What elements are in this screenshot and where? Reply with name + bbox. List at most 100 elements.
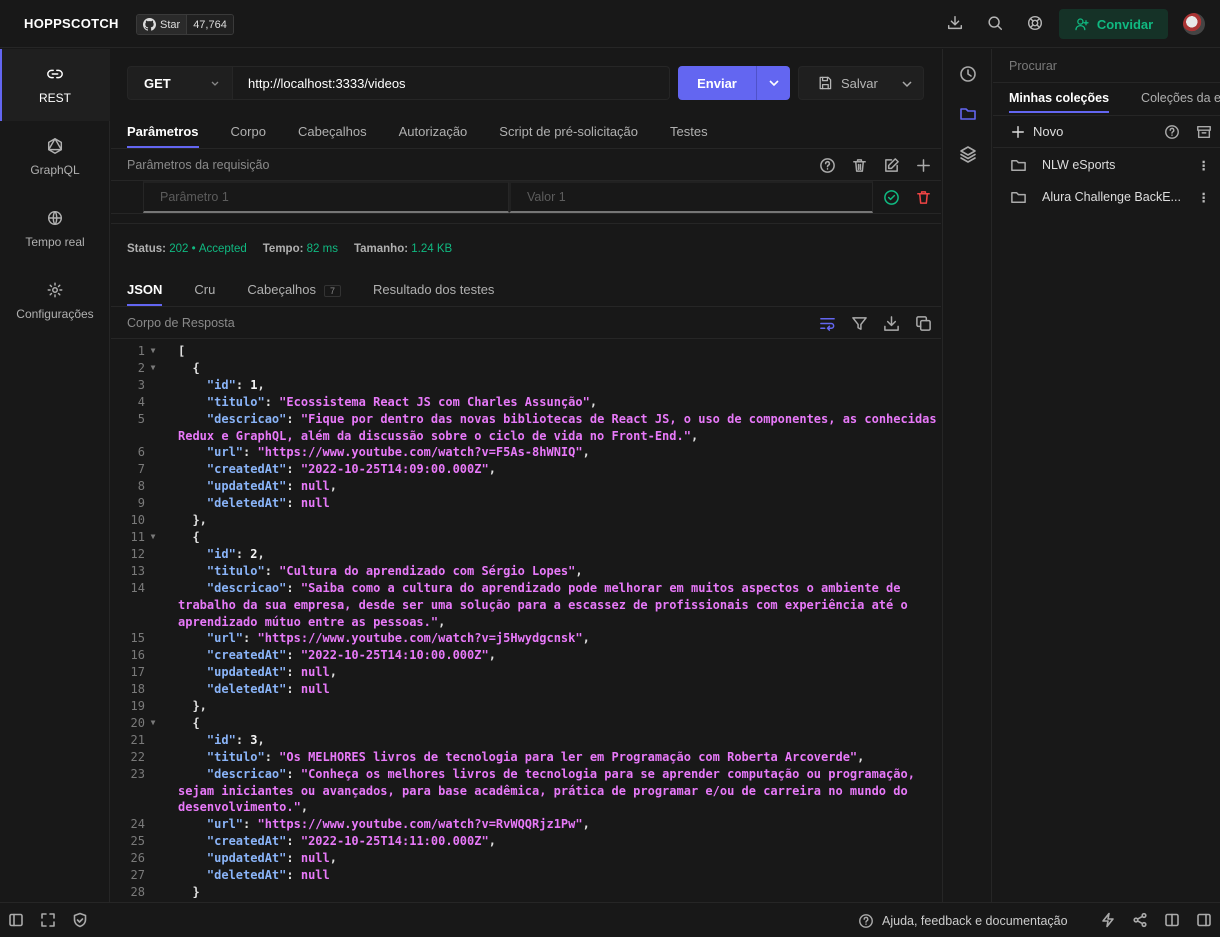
sidebar-item-settings[interactable]: Configurações <box>0 265 110 337</box>
collections-search-input[interactable] <box>993 49 1220 83</box>
send-button[interactable]: Enviar <box>678 66 790 100</box>
folder-icon <box>1011 159 1026 171</box>
github-star-badge[interactable]: Star 47,764 <box>136 14 234 35</box>
chevron-down-icon[interactable] <box>901 78 913 90</box>
footer: Ajuda, feedback e documentação <box>0 902 1220 937</box>
time-label: Tempo: <box>262 243 304 255</box>
wrap-lines-icon[interactable] <box>819 315 836 332</box>
line-content: [ <box>178 344 186 358</box>
code-line: 18 "deletedAt": null <box>111 681 941 698</box>
param-key-input[interactable] <box>143 181 509 213</box>
folder-icon[interactable] <box>959 105 977 123</box>
line-number: 9 <box>137 496 145 511</box>
help-icon[interactable] <box>819 157 836 174</box>
line-number: 7 <box>137 462 145 477</box>
panel-splitter[interactable] <box>111 223 941 227</box>
collection-item[interactable]: NLW eSports ⋮ <box>993 149 1220 181</box>
more-options-icon[interactable]: ⋮ <box>1198 190 1211 205</box>
sidebar-toggle-icon[interactable] <box>8 912 24 928</box>
line-number: 21 <box>130 732 145 747</box>
fold-toggle-icon[interactable]: ▼ <box>145 715 161 732</box>
fold-gutter <box>145 563 161 580</box>
new-collection-row: Novo <box>993 115 1220 148</box>
sidebar-item-rest[interactable]: REST <box>0 49 110 121</box>
share-icon[interactable] <box>1132 912 1148 928</box>
fold-gutter <box>145 884 161 901</box>
tab-my-collections[interactable]: Minhas coleções <box>1009 91 1110 113</box>
json-viewer[interactable]: 1 ▼[2 ▼ {3 "id": 1, 4 "titulo": "Ecossistem… <box>111 343 941 902</box>
fullscreen-icon[interactable] <box>40 912 56 928</box>
support-icon[interactable] <box>1026 14 1046 34</box>
layers-icon[interactable] <box>959 145 977 163</box>
tab-raw[interactable]: Cru <box>194 282 215 306</box>
line-number: 17 <box>130 665 145 680</box>
trash-icon[interactable] <box>851 157 868 174</box>
right-sidebar-toggle-icon[interactable] <box>1196 912 1212 928</box>
download-response-icon[interactable] <box>883 315 900 332</box>
tab-authorization[interactable]: Autorização <box>399 124 468 148</box>
fold-toggle-icon[interactable]: ▼ <box>145 529 161 546</box>
param-value-input[interactable] <box>509 181 873 213</box>
tab-body[interactable]: Corpo <box>231 124 266 148</box>
check-circle-icon[interactable] <box>883 189 900 206</box>
tab-json[interactable]: JSON <box>127 282 163 306</box>
more-options-icon[interactable]: ⋮ <box>1198 158 1211 173</box>
tab-tests[interactable]: Testes <box>670 124 708 148</box>
method-select[interactable]: GET <box>127 66 233 100</box>
split-layout-icon[interactable] <box>1164 912 1180 928</box>
add-icon[interactable] <box>915 157 932 174</box>
line-content: "titulo": "Ecossistema React JS com Char… <box>206 394 598 409</box>
size-label: Tamanho: <box>353 243 409 255</box>
fold-gutter <box>145 681 161 698</box>
bulk-edit-icon[interactable] <box>883 157 900 174</box>
archive-icon[interactable] <box>1196 124 1212 140</box>
lightning-icon[interactable] <box>1100 912 1116 928</box>
history-icon[interactable] <box>959 65 977 83</box>
headers-count-badge: 7 <box>324 285 342 297</box>
fold-toggle-icon[interactable]: ▼ <box>145 343 161 360</box>
code-line: 20 ▼ { <box>111 715 941 732</box>
status-separator: • <box>191 243 196 255</box>
invite-button[interactable]: Convidar <box>1059 9 1168 39</box>
tab-test-results[interactable]: Resultado dos testes <box>373 282 494 306</box>
shield-icon[interactable] <box>72 912 88 928</box>
tab-team-collections[interactable]: Coleções da e <box>1141 91 1220 113</box>
globe-icon <box>47 210 63 226</box>
tab-params[interactable]: Parâmetros <box>127 124 199 148</box>
search-icon[interactable] <box>986 14 1006 34</box>
help-feedback-button[interactable]: Ajuda, feedback e documentação <box>858 913 1068 929</box>
sidebar-item-realtime[interactable]: Tempo real <box>0 193 110 265</box>
filter-icon[interactable] <box>851 315 868 332</box>
delete-param-icon[interactable] <box>915 189 932 206</box>
code-line: 5 "descricao": "Fique por dentro das nov… <box>111 411 941 445</box>
code-line: 21 "id": 3, <box>111 732 941 749</box>
collection-item[interactable]: Alura Challenge BackE... ⋮ <box>993 181 1220 213</box>
line-number: 24 <box>130 817 145 832</box>
app-brand[interactable]: HOPPSCOTCH <box>24 16 119 31</box>
line-content: { <box>178 529 200 544</box>
download-icon[interactable] <box>946 14 966 34</box>
code-line: 23 "descricao": "Conheça os melhores liv… <box>111 766 941 817</box>
line-number: 27 <box>130 868 145 883</box>
line-content: "titulo": "Os MELHORES livros de tecnolo… <box>206 749 865 764</box>
line-content: "createdAt": "2022-10-25T14:11:00.000Z", <box>206 834 496 849</box>
url-input[interactable] <box>233 66 670 100</box>
help-icon[interactable] <box>1164 124 1180 140</box>
tab-headers[interactable]: Cabeçalhos <box>298 124 367 148</box>
tab-prerequest-script[interactable]: Script de pré-solicitação <box>499 124 638 148</box>
star-button: Star <box>137 15 188 34</box>
send-options-button[interactable] <box>757 77 790 89</box>
line-number: 8 <box>137 479 145 494</box>
line-content: "titulo": "Cultura do aprendizado com Sé… <box>206 563 583 578</box>
copy-icon[interactable] <box>915 315 932 332</box>
collection-name: NLW eSports <box>1042 158 1116 172</box>
help-label: Ajuda, feedback e documentação <box>882 914 1068 928</box>
tab-response-headers[interactable]: Cabeçalhos 7 <box>247 282 342 306</box>
sidebar-item-graphql[interactable]: GraphQL <box>0 121 110 193</box>
fold-gutter <box>145 867 161 884</box>
avatar[interactable] <box>1183 13 1205 35</box>
fold-toggle-icon[interactable]: ▼ <box>145 360 161 377</box>
save-button[interactable]: Salvar <box>798 66 924 100</box>
line-content: "url": "https://www.youtube.com/watch?v=… <box>206 631 590 646</box>
new-collection-button[interactable]: Novo <box>1011 124 1063 139</box>
